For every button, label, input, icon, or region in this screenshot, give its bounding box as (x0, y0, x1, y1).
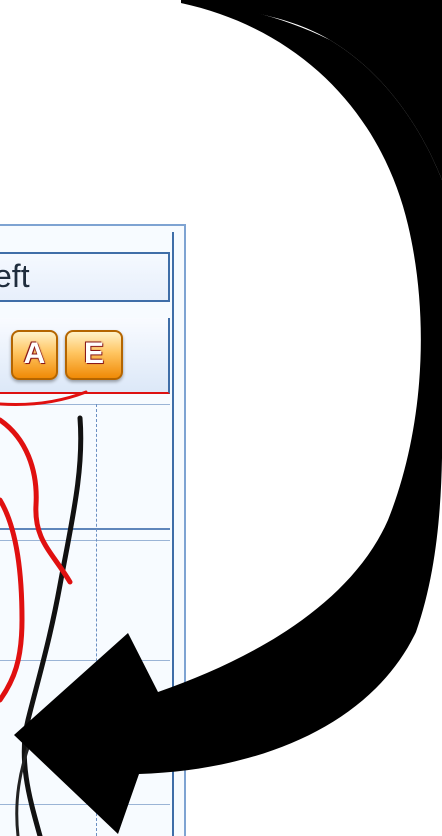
annotation-layer (0, 0, 442, 836)
red-trace-curve (0, 417, 73, 585)
red-trace-top (0, 390, 88, 406)
screenshot-stage: eft A E (0, 0, 442, 836)
red-trace-lower (0, 497, 25, 703)
